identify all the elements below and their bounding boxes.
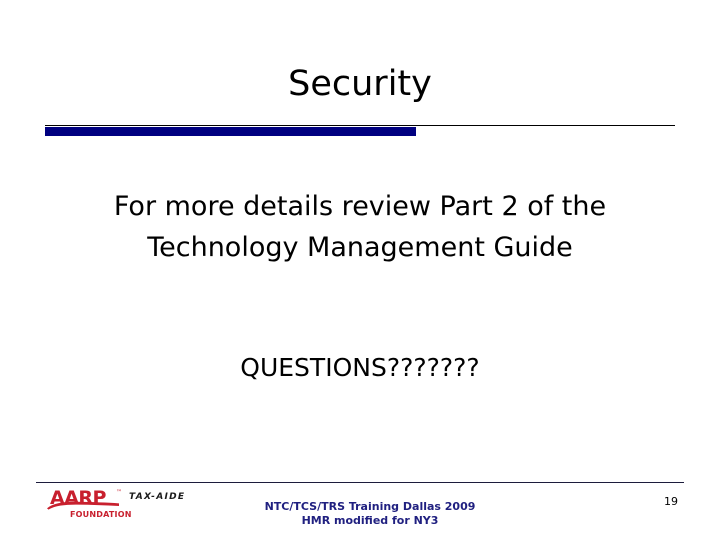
- aarp-foundation-logo: AARP ™ FOUNDATION: [47, 489, 132, 523]
- footer-caption: NTC/TCS/TRS Training Dallas 2009 HMR mod…: [200, 500, 540, 528]
- aarp-tax-aide-logo: AARP ™ FOUNDATION TAX-AIDE: [47, 489, 207, 525]
- aarp-swoosh-icon: [47, 501, 119, 510]
- title-divider-line: [45, 125, 675, 126]
- slide-body-text: For more details review Part 2 of the Te…: [36, 186, 684, 268]
- footer-line-2: HMR modified for NY3: [301, 514, 439, 527]
- footer-line-1: NTC/TCS/TRS Training Dallas 2009: [264, 500, 476, 513]
- title-accent-bar: [45, 127, 416, 136]
- body-line-1: For more details review Part 2 of the: [113, 191, 607, 222]
- trademark-icon: ™: [116, 489, 122, 496]
- slide-page-number: 19: [664, 495, 678, 508]
- tax-aide-text: TAX-AIDE: [129, 492, 186, 502]
- slide-title-area: Security: [0, 62, 720, 122]
- questions-prompt: QUESTIONS???????: [240, 353, 480, 382]
- page-title: Security: [288, 64, 432, 104]
- footer-divider-line: [36, 482, 684, 483]
- presentation-slide: Security For more details review Part 2 …: [0, 0, 720, 540]
- aarp-foundation-text: FOUNDATION: [70, 510, 132, 519]
- body-line-2: Technology Management Guide: [147, 232, 573, 263]
